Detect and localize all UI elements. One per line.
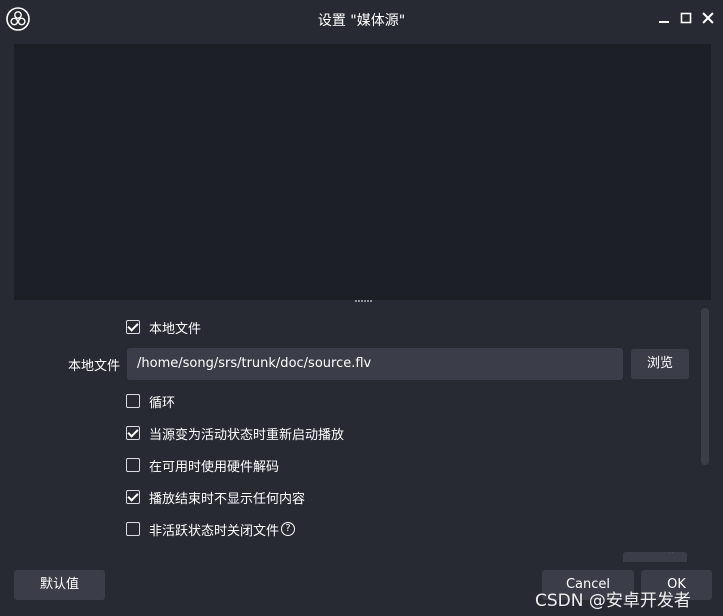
local-file-checkbox[interactable] bbox=[126, 320, 140, 334]
minimize-icon bbox=[659, 21, 669, 23]
local-file-field-label: 本地文件 bbox=[68, 359, 121, 374]
local-file-checkbox-row[interactable]: 本地文件 bbox=[126, 317, 201, 337]
hw-decode-checkbox[interactable] bbox=[126, 458, 140, 472]
minimize-button[interactable] bbox=[655, 9, 673, 27]
loop-checkbox[interactable] bbox=[126, 394, 140, 408]
restart-on-active-checkbox[interactable] bbox=[126, 426, 140, 440]
hw-decode-checkbox-row[interactable]: 在可用时使用硬件解码 bbox=[126, 455, 279, 475]
window-title: 设置 "媒体源" bbox=[317, 13, 406, 29]
maximize-icon bbox=[680, 12, 692, 24]
browse-button[interactable]: 浏览 bbox=[631, 349, 689, 379]
close-when-inactive-checkbox-row[interactable]: 非活跃状态时关闭文件 ? bbox=[126, 519, 296, 539]
chevron-up-icon: ⌃ bbox=[667, 552, 676, 560]
defaults-button[interactable]: 默认值 bbox=[14, 570, 105, 600]
partial-dropdown[interactable]: ⌃ bbox=[623, 552, 687, 562]
local-file-checkbox-label: 本地文件 bbox=[149, 321, 202, 337]
title-bar: 设置 "媒体源" bbox=[0, 0, 723, 38]
hide-on-end-checkbox[interactable] bbox=[126, 490, 140, 504]
close-when-inactive-checkbox-label: 非活跃状态时关闭文件 bbox=[149, 523, 280, 539]
hide-on-end-checkbox-label: 播放结束时不显示任何内容 bbox=[149, 491, 306, 507]
close-button[interactable] bbox=[699, 9, 717, 27]
hide-on-end-checkbox-row[interactable]: 播放结束时不显示任何内容 bbox=[126, 487, 305, 507]
restart-on-active-checkbox-row[interactable]: 当源变为活动状态时重新启动播放 bbox=[126, 423, 344, 443]
maximize-button[interactable] bbox=[677, 9, 695, 27]
hw-decode-checkbox-label: 在可用时使用硬件解码 bbox=[149, 459, 280, 475]
source-preview bbox=[14, 44, 711, 300]
close-icon bbox=[702, 12, 714, 24]
csdn-watermark: CSDN @安卓开发者 bbox=[535, 591, 691, 611]
local-file-path-input[interactable]: /home/song/srs/trunk/doc/source.flv bbox=[127, 348, 623, 380]
properties-panel: 本地文件 本地文件 /home/song/srs/trunk/doc/sourc… bbox=[14, 305, 699, 560]
loop-checkbox-row[interactable]: 循环 bbox=[126, 391, 175, 411]
close-when-inactive-checkbox[interactable] bbox=[126, 522, 140, 536]
loop-checkbox-label: 循环 bbox=[149, 395, 176, 411]
splitter-handle[interactable] bbox=[355, 300, 373, 304]
help-icon[interactable]: ? bbox=[281, 522, 296, 536]
scrollbar-thumb[interactable] bbox=[701, 308, 709, 465]
restart-on-active-checkbox-label: 当源变为活动状态时重新启动播放 bbox=[149, 427, 345, 443]
